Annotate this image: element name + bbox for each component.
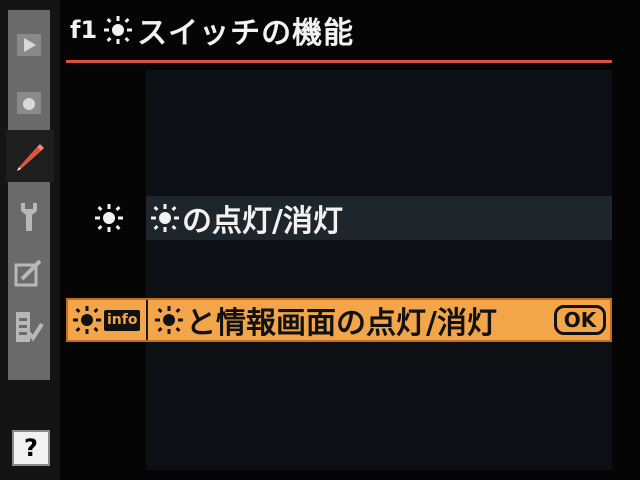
option-label-cell: と情報画面の点灯/消灯	[148, 300, 554, 340]
options-panel	[146, 70, 612, 470]
help-button[interactable]: ?	[12, 430, 50, 466]
retouch-icon	[14, 259, 42, 287]
camera-icon	[17, 92, 41, 114]
sidebar: ?	[0, 0, 60, 480]
menu-header: f1 スイッチの機能	[70, 8, 610, 52]
option-backlight-and-info-on-off[interactable]: info と情報画面の点灯/消灯 OK	[66, 298, 612, 342]
page-title: スイッチの機能	[137, 16, 355, 51]
tab-retouch-menu[interactable]	[8, 252, 50, 294]
info-badge: info	[104, 309, 141, 331]
backlight-icon	[95, 204, 123, 232]
backlight-icon	[151, 204, 179, 232]
my-menu-icon	[16, 312, 44, 342]
wrench-icon	[21, 203, 37, 231]
pencil-icon	[17, 144, 44, 171]
option-backlight-on-off[interactable]: の点灯/消灯	[66, 196, 612, 240]
tab-shooting-menu[interactable]	[8, 82, 50, 124]
custom-setting-code: f1	[70, 16, 98, 44]
tab-playback-menu[interactable]	[8, 24, 50, 66]
option-icon-cell: info	[68, 300, 148, 340]
backlight-icon	[73, 306, 101, 334]
backlight-icon	[104, 16, 133, 44]
option-label: の点灯/消灯	[182, 204, 343, 239]
play-icon	[17, 34, 41, 56]
tab-my-menu[interactable]	[8, 306, 50, 348]
option-icon-cell	[66, 196, 146, 240]
option-label-cell: の点灯/消灯	[146, 196, 612, 240]
ok-button-indicator: OK	[554, 305, 606, 335]
header-divider	[66, 60, 612, 63]
option-label: と情報画面の点灯/消灯	[186, 306, 497, 340]
tab-setup-menu[interactable]	[8, 196, 50, 238]
tab-custom-settings-menu[interactable]	[6, 130, 54, 182]
backlight-icon	[155, 306, 183, 334]
